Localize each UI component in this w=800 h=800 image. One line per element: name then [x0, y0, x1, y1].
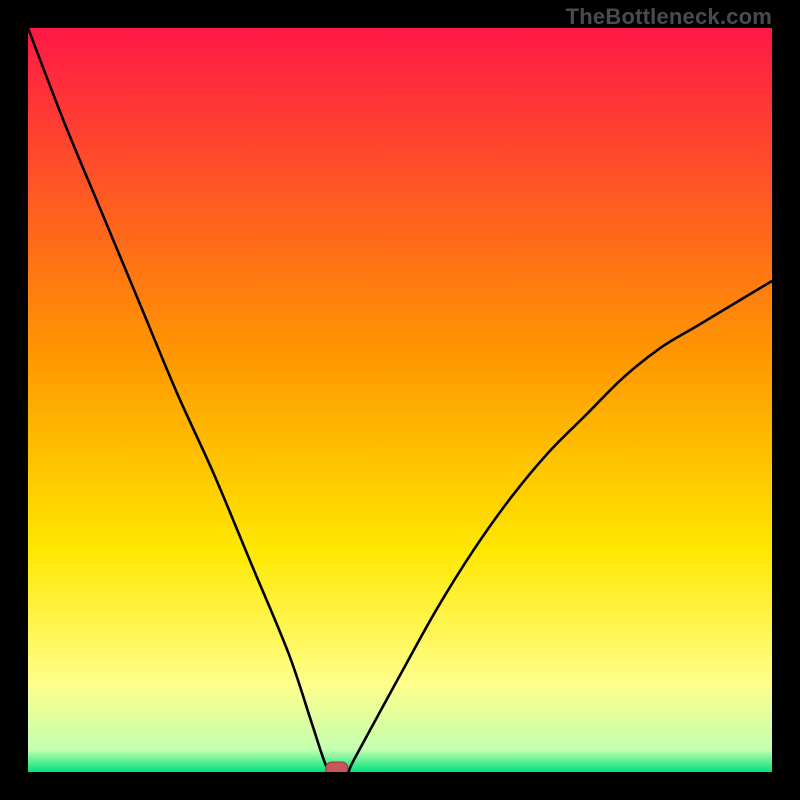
min-bottleneck-marker	[326, 762, 348, 772]
watermark-text: TheBottleneck.com	[566, 4, 772, 30]
plot-svg	[28, 28, 772, 772]
gradient-background	[28, 28, 772, 772]
plot-area	[28, 28, 772, 772]
chart-frame: TheBottleneck.com	[0, 0, 800, 800]
